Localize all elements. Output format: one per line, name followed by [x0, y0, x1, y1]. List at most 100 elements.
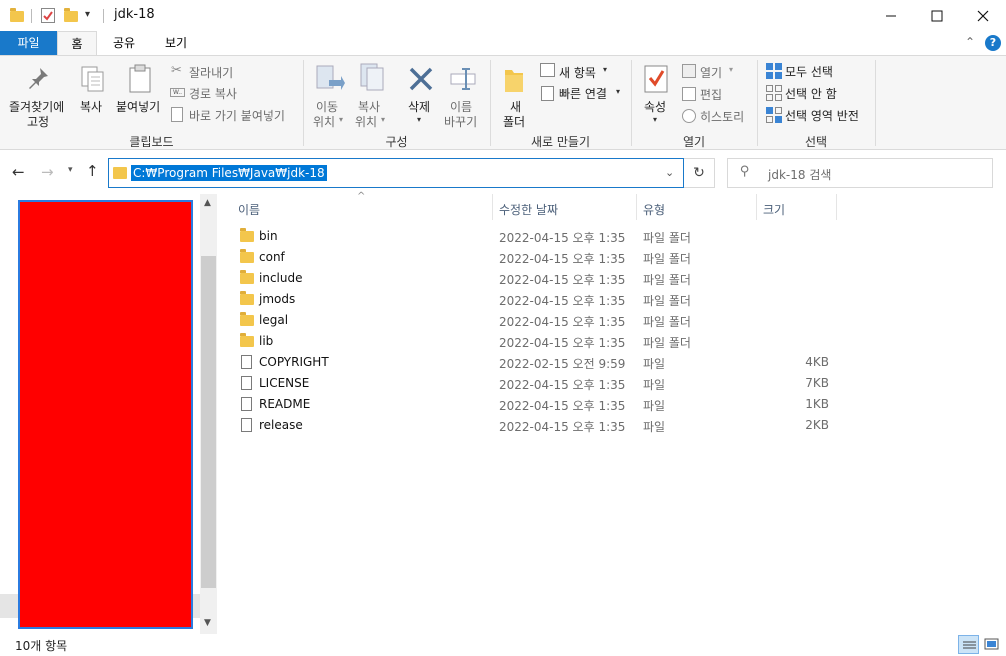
maximize-button[interactable]: [914, 0, 960, 31]
collapse-ribbon-icon[interactable]: ⌃: [965, 35, 975, 49]
list-item[interactable]: conf 2022-04-15 오후 1:35 파일 폴더: [233, 247, 853, 268]
column-divider[interactable]: [756, 194, 757, 220]
refresh-icon: ↻: [693, 165, 705, 181]
paste-button[interactable]: 붙여넣기: [116, 98, 160, 115]
customize-quick-access-icon[interactable]: ▾: [85, 9, 90, 20]
new-folder-label-line2: 폴더: [503, 115, 526, 129]
column-headers: ^ 이름 수정한 날짜 유형 크기: [218, 191, 1006, 220]
nav-scrollbar[interactable]: ▲ ▼: [200, 194, 217, 634]
column-divider[interactable]: [836, 194, 837, 220]
tab-share[interactable]: 공유: [102, 31, 146, 55]
forward-arrow-icon[interactable]: →: [41, 163, 54, 181]
list-item[interactable]: bin 2022-04-15 오후 1:35 파일 폴더: [233, 226, 853, 247]
column-divider[interactable]: [636, 194, 637, 220]
copy-path-icon: W..: [170, 88, 185, 97]
cut-button[interactable]: 잘라내기: [189, 64, 233, 81]
file-type: 파일 폴더: [643, 252, 691, 266]
new-folder-icon: [503, 66, 527, 97]
properties-icon: [643, 64, 669, 97]
list-item[interactable]: lib 2022-04-15 오후 1:35 파일 폴더: [233, 331, 853, 352]
properties-button[interactable]: 속성: [644, 98, 666, 115]
column-name[interactable]: 이름: [238, 201, 260, 218]
tab-file[interactable]: 파일: [0, 31, 57, 55]
paste-shortcut-icon: [171, 107, 183, 122]
folder-icon: [240, 228, 254, 242]
file-size: 2KB: [805, 418, 829, 432]
address-history-chevron-icon[interactable]: ⌄: [665, 166, 674, 179]
easy-access-button[interactable]: 빠른 연결: [559, 85, 607, 102]
column-divider[interactable]: [492, 194, 493, 220]
ribbon-tabs: 파일 홈 공유 보기 ⌃ ?: [0, 31, 1006, 56]
open-button[interactable]: 열기: [700, 64, 722, 81]
details-view-icon: [963, 641, 976, 649]
sort-up-icon: ^: [357, 191, 366, 202]
file-name: include: [259, 271, 303, 285]
properties-quick-icon[interactable]: [41, 8, 55, 23]
column-size[interactable]: 크기: [763, 201, 785, 218]
new-group-label: 새로 만들기: [530, 135, 590, 149]
file-icon: [241, 397, 252, 411]
search-box[interactable]: ⚲ jdk-18 검색: [727, 158, 993, 188]
file-modified: 2022-04-15 오후 1:35: [499, 273, 626, 287]
address-bar[interactable]: C:₩Program Files₩Java₩jdk-18 ⌄: [108, 158, 684, 188]
file-modified: 2022-04-15 오후 1:35: [499, 315, 626, 329]
group-divider: [875, 60, 876, 146]
scroll-down-icon[interactable]: ▼: [204, 618, 211, 628]
copy-to-label-line2: 위치: [355, 115, 378, 129]
delete-button[interactable]: 삭제: [408, 98, 430, 115]
close-button[interactable]: [960, 0, 1006, 31]
item-count: 10개 항목: [15, 639, 68, 653]
edit-button[interactable]: 편집: [700, 86, 722, 103]
tab-home[interactable]: 홈: [57, 31, 97, 56]
folder-icon: [10, 8, 24, 22]
ribbon: 즐겨찾기에 고정 복사 붙여넣기 ✂ 잘라내기 W.. 경로 복사 바로 가기 …: [0, 55, 1006, 150]
column-type[interactable]: 유형: [643, 201, 665, 218]
invert-selection-button[interactable]: 선택 영역 반전: [785, 107, 859, 124]
refresh-button[interactable]: ↻: [684, 158, 715, 188]
large-icons-view-button[interactable]: [983, 636, 1000, 653]
column-modified[interactable]: 수정한 날짜: [499, 201, 558, 218]
list-item[interactable]: LICENSE 2022-04-15 오후 1:35 파일 7KB: [233, 373, 853, 394]
scroll-thumb[interactable]: [201, 256, 216, 588]
select-none-button[interactable]: 선택 안 함: [785, 85, 837, 102]
list-item[interactable]: README 2022-04-15 오후 1:35 파일 1KB: [233, 394, 853, 415]
file-type: 파일 폴더: [643, 294, 691, 308]
file-type: 파일: [643, 357, 666, 371]
minimize-button[interactable]: [868, 0, 914, 31]
history-button[interactable]: 히스토리: [700, 108, 744, 125]
back-arrow-icon[interactable]: ←: [12, 163, 25, 181]
history-icon: [682, 109, 696, 123]
file-type: 파일: [643, 420, 666, 434]
list-item[interactable]: release 2022-04-15 오후 1:35 파일 2KB: [233, 415, 853, 436]
list-item[interactable]: legal 2022-04-15 오후 1:35 파일 폴더: [233, 310, 853, 331]
paste-shortcut-button[interactable]: 바로 가기 붙여넣기: [189, 107, 285, 124]
details-view-button[interactable]: [958, 635, 979, 654]
scroll-up-icon[interactable]: ▲: [204, 198, 211, 208]
easy-access-icon: [541, 86, 554, 101]
clipboard-group-label: 클립보드: [129, 135, 174, 149]
tab-view[interactable]: 보기: [154, 31, 198, 55]
file-modified: 2022-04-15 오후 1:35: [499, 399, 626, 413]
select-all-button[interactable]: 모두 선택: [785, 63, 833, 80]
file-size: 7KB: [805, 376, 829, 390]
list-item[interactable]: COPYRIGHT 2022-02-15 오전 9:59 파일 4KB: [233, 352, 853, 373]
chevron-down-icon: ▾: [339, 115, 344, 124]
folder-icon: [113, 167, 127, 179]
file-icon: [241, 355, 252, 369]
open-icon: [682, 64, 696, 78]
file-name: bin: [259, 229, 278, 243]
up-arrow-icon[interactable]: ↑: [86, 162, 99, 180]
copy-path-button[interactable]: 경로 복사: [189, 85, 237, 102]
new-item-button[interactable]: 새 항목: [559, 64, 596, 81]
recent-locations-chevron-icon[interactable]: ▾: [68, 165, 73, 175]
move-to-label-line2: 위치: [313, 115, 336, 129]
list-item[interactable]: include 2022-04-15 오후 1:35 파일 폴더: [233, 268, 853, 289]
address-path[interactable]: C:₩Program Files₩Java₩jdk-18: [131, 165, 327, 181]
new-folder-quick-icon[interactable]: [64, 8, 78, 22]
help-icon[interactable]: ?: [985, 35, 1001, 51]
redacted-area: [18, 200, 193, 629]
open-group-label: 열기: [682, 135, 706, 149]
list-item[interactable]: jmods 2022-04-15 오후 1:35 파일 폴더: [233, 289, 853, 310]
file-type: 파일: [643, 399, 666, 413]
copy-button[interactable]: 복사: [80, 98, 102, 115]
